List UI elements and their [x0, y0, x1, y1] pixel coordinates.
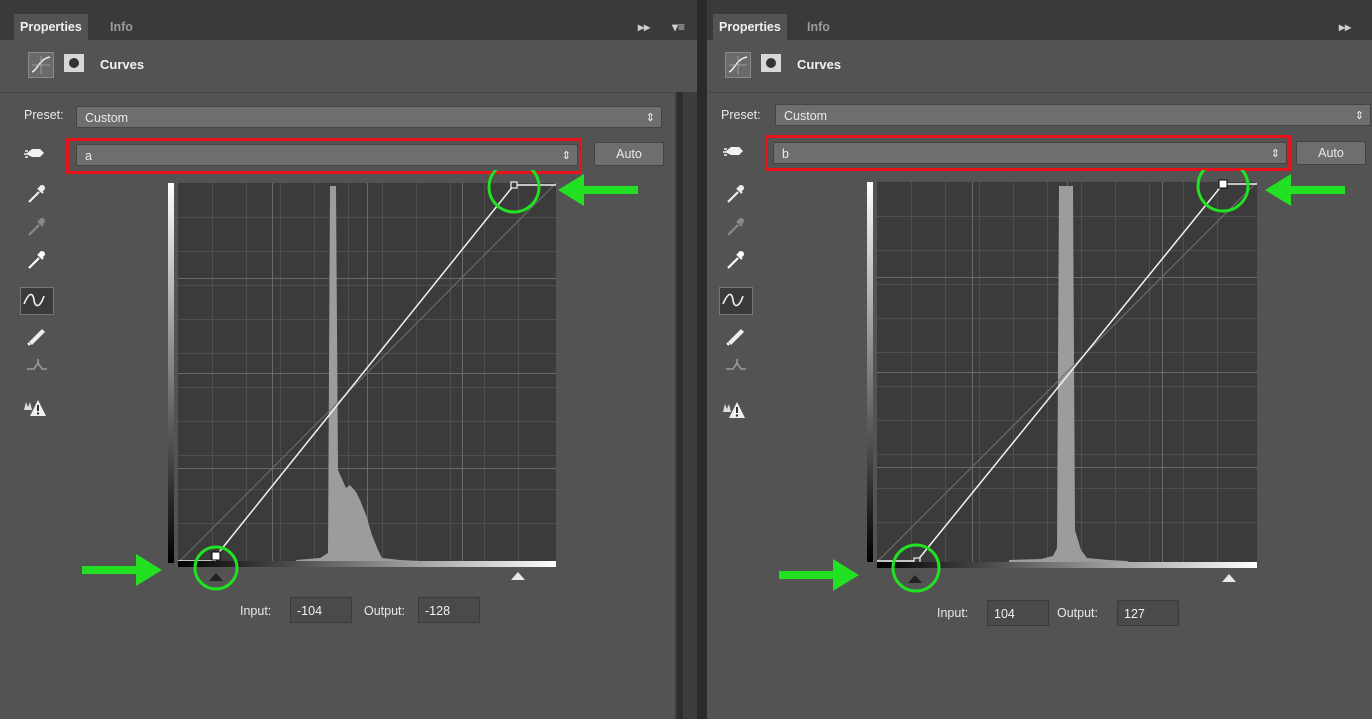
white-eyedropper-icon[interactable]	[24, 248, 50, 272]
green-arrow-pointer	[1265, 174, 1345, 206]
output-label: Output:	[1057, 606, 1098, 620]
collapse-panel-icon[interactable]: ▸▸	[638, 16, 650, 38]
input-label: Input:	[937, 606, 969, 620]
input-field[interactable]: 104	[987, 600, 1049, 626]
output-gradient-bar	[168, 183, 174, 563]
tab-properties[interactable]: Properties	[14, 14, 88, 40]
white-point-slider[interactable]	[511, 572, 525, 580]
select-arrows-icon: ⇕	[1354, 110, 1364, 122]
black-eyedropper-icon[interactable]	[24, 182, 50, 206]
pencil-icon[interactable]	[24, 322, 50, 346]
output-gradient-bar	[867, 182, 873, 562]
green-arrow-pointer	[558, 174, 638, 206]
green-arrow-pointer	[82, 554, 162, 586]
output-label: Output:	[364, 604, 405, 618]
output-field[interactable]: -128	[418, 597, 480, 623]
smooth-curve-icon[interactable]	[723, 355, 749, 379]
black-point-slider[interactable]	[209, 573, 223, 581]
input-field[interactable]: -104	[290, 597, 352, 623]
gray-eyedropper-icon[interactable]	[24, 215, 50, 239]
input-gradient-bar	[877, 562, 1257, 568]
auto-button[interactable]: Auto	[594, 142, 664, 166]
adjustment-title: Curves	[797, 57, 842, 72]
preset-select[interactable]: Custom ⇕	[775, 104, 1371, 126]
preset-label: Preset:	[24, 108, 64, 122]
layer-mask-icon[interactable]	[64, 54, 84, 72]
curve-point-black[interactable]	[211, 551, 221, 561]
header-divider	[707, 92, 1372, 93]
channel-value: b	[782, 147, 789, 161]
auto-button[interactable]: Auto	[1296, 141, 1366, 165]
input-label: Input:	[240, 604, 272, 618]
curve-point-white[interactable]	[1218, 179, 1228, 189]
pencil-icon[interactable]	[723, 322, 749, 346]
gray-eyedropper-icon[interactable]	[723, 215, 749, 239]
channel-select[interactable]: a ⇕	[76, 144, 578, 166]
black-point-slider[interactable]	[908, 575, 922, 583]
curves-adjustment-icon[interactable]	[725, 52, 751, 78]
hand-targeted-adjust-icon[interactable]	[721, 140, 747, 164]
select-arrows-icon: ⇕	[645, 112, 655, 124]
preset-value: Custom	[784, 109, 828, 123]
select-arrows-icon: ⇕	[561, 150, 571, 162]
clipping-warning-icon[interactable]	[22, 396, 48, 420]
properties-panel-left: Properties Info ▸▸ ▾≡ Curves Preset: Cus…	[0, 0, 697, 719]
white-eyedropper-icon[interactable]	[723, 248, 749, 272]
smooth-curve-icon[interactable]	[24, 355, 50, 379]
tab-info[interactable]: Info	[801, 14, 836, 40]
hand-targeted-adjust-icon[interactable]	[22, 142, 48, 166]
channel-value: a	[85, 149, 92, 163]
layer-mask-icon[interactable]	[761, 54, 781, 72]
white-point-slider[interactable]	[1222, 574, 1236, 582]
green-arrow-pointer	[779, 559, 859, 591]
tab-info[interactable]: Info	[104, 14, 139, 40]
collapse-panel-icon[interactable]: ▸▸	[1339, 16, 1351, 38]
curves-adjustment-icon[interactable]	[28, 52, 54, 78]
curve-point-white[interactable]	[510, 181, 518, 189]
black-eyedropper-icon[interactable]	[723, 182, 749, 206]
preset-value: Custom	[85, 111, 129, 125]
scrollbar-thumb[interactable]	[677, 92, 683, 719]
select-arrows-icon: ⇕	[1270, 148, 1280, 160]
header-divider	[0, 92, 672, 93]
tab-properties[interactable]: Properties	[713, 14, 787, 40]
preset-select[interactable]: Custom ⇕	[76, 106, 662, 128]
curves-graph[interactable]	[160, 170, 640, 615]
curve-points-icon[interactable]	[719, 287, 753, 315]
adjustment-title: Curves	[100, 57, 145, 72]
panel-menu-icon[interactable]: ▾≡	[672, 16, 685, 38]
channel-select[interactable]: b ⇕	[773, 142, 1287, 164]
preset-label: Preset:	[721, 108, 761, 122]
clipping-warning-icon[interactable]	[721, 398, 747, 422]
curves-graph[interactable]	[859, 170, 1329, 615]
curve-points-icon[interactable]	[20, 287, 54, 315]
output-field[interactable]: 127	[1117, 600, 1179, 626]
properties-panel-right: Properties Info ▸▸ Curves Preset: Custom…	[707, 0, 1372, 719]
